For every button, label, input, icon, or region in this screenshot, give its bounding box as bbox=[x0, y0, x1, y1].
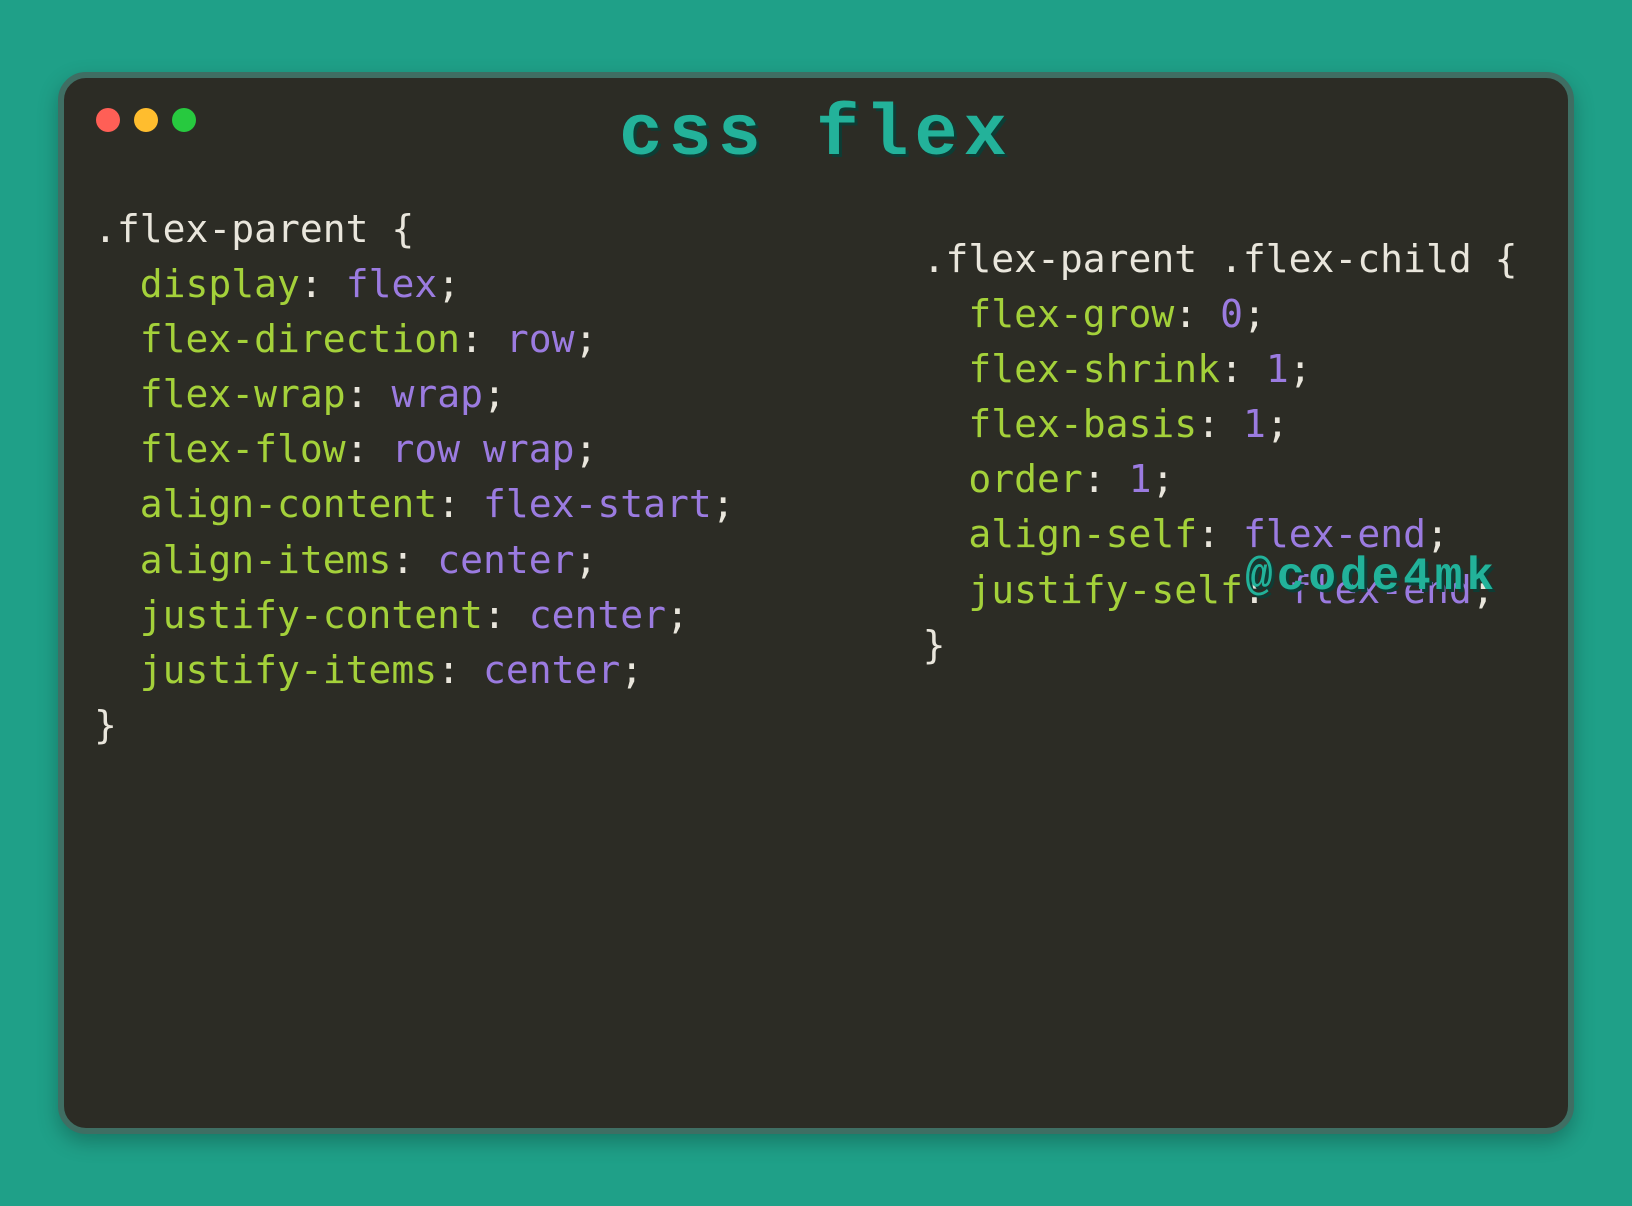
close-icon[interactable] bbox=[96, 108, 120, 132]
code-block-parent: .flex-parent { display: flex; flex-direc… bbox=[94, 202, 903, 753]
code-columns: .flex-parent { display: flex; flex-direc… bbox=[94, 202, 1538, 753]
zoom-icon[interactable] bbox=[172, 108, 196, 132]
css-rule-parent: .flex-parent { display: flex; flex-direc… bbox=[94, 202, 903, 753]
css-rule-child: .flex-parent .flex-child { flex-grow: 0;… bbox=[923, 232, 1538, 673]
author-handle: @code4mk bbox=[1245, 551, 1498, 603]
minimize-icon[interactable] bbox=[134, 108, 158, 132]
code-window: css flex .flex-parent { display: flex; f… bbox=[58, 72, 1574, 1134]
window-controls bbox=[96, 108, 196, 132]
code-block-child: .flex-parent .flex-child { flex-grow: 0;… bbox=[923, 202, 1538, 753]
slide-title: css flex bbox=[94, 94, 1538, 176]
